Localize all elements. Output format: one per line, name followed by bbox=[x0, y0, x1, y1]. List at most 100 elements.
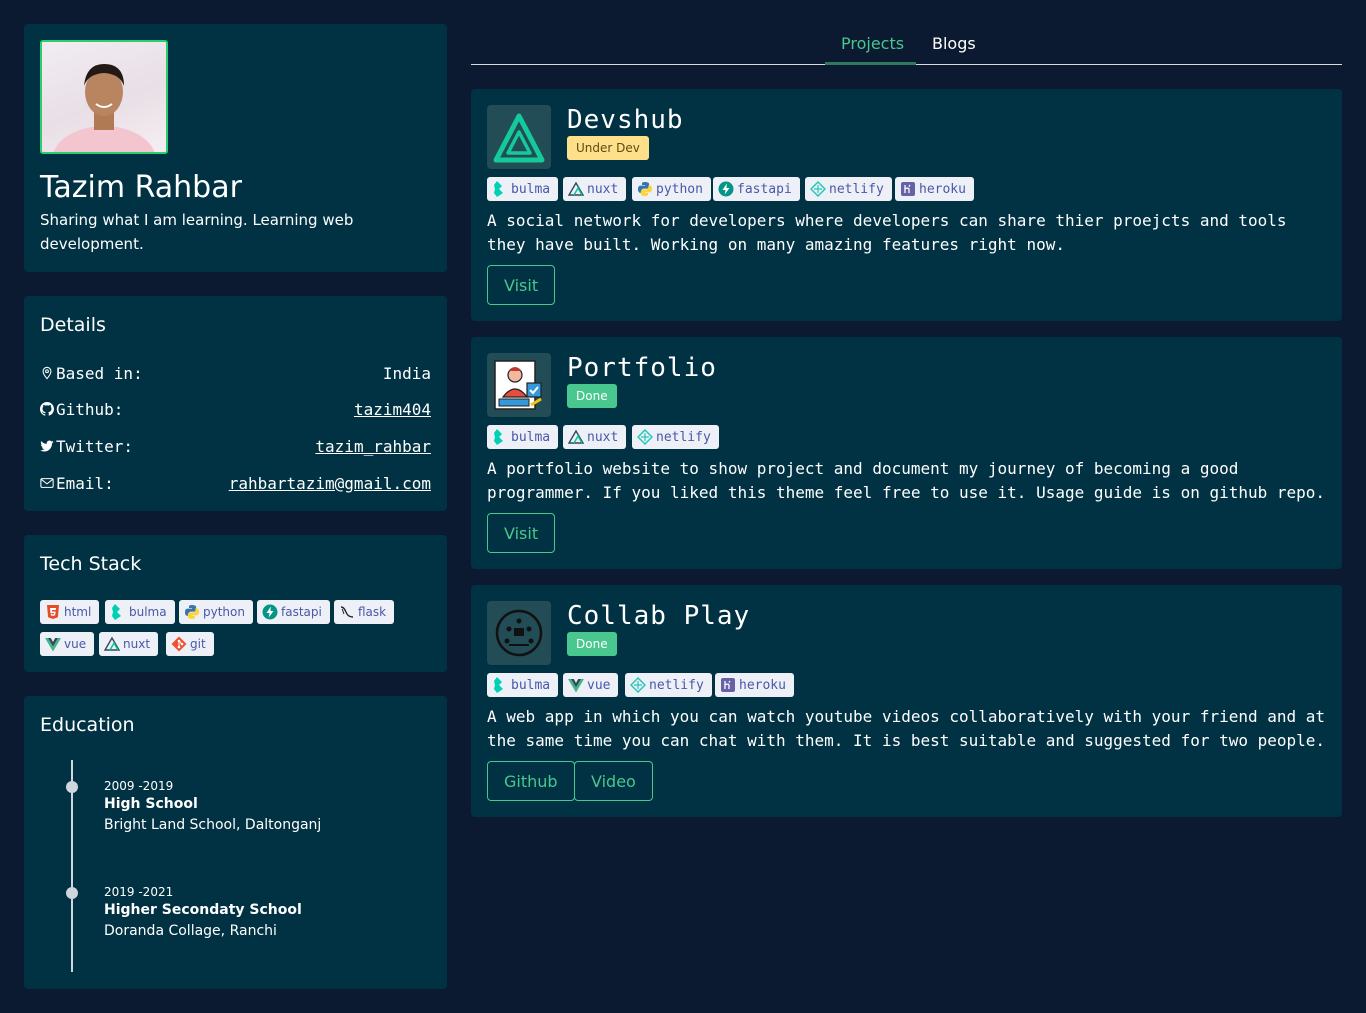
status-badge: Under Dev bbox=[567, 136, 649, 160]
collab-play-logo bbox=[487, 601, 551, 665]
education-school: Bright Land School, Daltonganj bbox=[104, 817, 322, 833]
timeline-dot bbox=[66, 781, 78, 793]
twitter-link[interactable]: tazim_rahbar bbox=[315, 437, 431, 456]
project-tag-bulma: bulma bbox=[487, 177, 559, 201]
tech-stack-card: Tech Stack html bulma python fastapi fla… bbox=[24, 535, 447, 672]
project-tag-heroku: heroku bbox=[895, 177, 974, 201]
education-degree: Higher Secondaty School bbox=[104, 902, 302, 918]
profile-bio: Sharing what I am learning. Learning web… bbox=[40, 211, 354, 253]
python-icon bbox=[638, 182, 652, 196]
project-title: Devshub bbox=[567, 105, 684, 135]
status-badge: Done bbox=[567, 632, 617, 656]
netlify-icon bbox=[810, 181, 826, 197]
python-icon bbox=[185, 605, 199, 619]
tabs: Projects Blogs bbox=[471, 24, 1342, 65]
project-description: A social network for developers where de… bbox=[487, 211, 1287, 254]
project-tag-netlify: netlify bbox=[632, 425, 719, 449]
education-years: 2019 -2021 bbox=[104, 885, 174, 899]
tech-tag-fastapi: fastapi bbox=[257, 600, 330, 624]
nuxt-icon bbox=[104, 636, 120, 651]
heroku-icon bbox=[721, 678, 735, 692]
github-icon bbox=[40, 402, 54, 416]
profile-name: Tazim Rahbar bbox=[40, 170, 242, 205]
project-tag-bulma: bulma bbox=[487, 425, 559, 449]
detail-label: Twitter: bbox=[56, 436, 134, 456]
education-years: 2009 -2019 bbox=[104, 779, 174, 793]
status-badge: Done bbox=[567, 384, 617, 408]
tab-active-indicator bbox=[825, 62, 916, 65]
nuxt-icon bbox=[568, 429, 584, 444]
project-tag-fastapi: fastapi bbox=[713, 177, 800, 201]
project-card-portfolio: Portfolio Done bulma nuxt netlify A port… bbox=[471, 337, 1342, 569]
timeline-dot bbox=[66, 887, 78, 899]
detail-value-country: India bbox=[382, 363, 431, 383]
project-tag-vue: vue bbox=[563, 673, 619, 697]
tech-tag-git: git bbox=[166, 632, 214, 656]
bulma-icon bbox=[494, 429, 503, 445]
tech-tag-bulma: bulma bbox=[105, 600, 175, 624]
visit-button[interactable]: Visit bbox=[487, 265, 556, 305]
detail-label: Email: bbox=[56, 473, 114, 493]
project-tag-nuxt: nuxt bbox=[563, 425, 627, 449]
tech-stack-title: Tech Stack bbox=[40, 553, 142, 575]
detail-label: Based in: bbox=[56, 363, 143, 383]
tab-projects[interactable]: Projects bbox=[841, 34, 904, 53]
profile-card: Tazim Rahbar Sharing what I am learning.… bbox=[24, 24, 447, 272]
fastapi-icon bbox=[718, 181, 734, 197]
education-item: 2009 -2019 High School Bright Land Schoo… bbox=[104, 778, 321, 836]
project-tag-heroku: heroku bbox=[715, 673, 794, 697]
twitter-icon bbox=[40, 440, 54, 452]
project-title: Portfolio bbox=[567, 353, 717, 383]
github-button[interactable]: Github bbox=[487, 761, 575, 801]
vue-icon bbox=[568, 679, 584, 693]
detail-row-location: Based in: India bbox=[40, 362, 431, 384]
project-description: A portfolio website to show project and … bbox=[487, 459, 1326, 502]
education-title: Education bbox=[40, 714, 135, 736]
tab-blogs[interactable]: Blogs bbox=[932, 34, 976, 53]
detail-row-email: Email: rahbartazim@gmail.com bbox=[40, 472, 431, 494]
nuxt-icon bbox=[568, 181, 584, 196]
netlify-icon bbox=[630, 677, 646, 693]
tech-tag-flask: flask bbox=[334, 600, 395, 624]
devshub-logo bbox=[487, 105, 551, 169]
netlify-icon bbox=[637, 429, 653, 445]
tech-tag-html: html bbox=[40, 600, 100, 624]
git-icon bbox=[171, 636, 187, 652]
education-school: Doranda Collage, Ranchi bbox=[104, 923, 277, 939]
github-link[interactable]: tazim404 bbox=[354, 400, 431, 419]
bulma-icon bbox=[494, 677, 503, 693]
tech-tag-vue: vue bbox=[40, 632, 95, 656]
project-tag-python: python bbox=[632, 177, 711, 201]
tech-tag-python: python bbox=[179, 600, 253, 624]
education-card: Education 2009 -2019 High School Bright … bbox=[24, 696, 447, 989]
project-tag-netlify: netlify bbox=[625, 673, 712, 697]
detail-label: Github: bbox=[56, 399, 124, 419]
heroku-icon bbox=[901, 182, 915, 196]
project-description: A web app in which you can watch youtube… bbox=[487, 707, 1326, 750]
flask-icon bbox=[340, 606, 354, 618]
visit-button[interactable]: Visit bbox=[487, 513, 556, 553]
avatar bbox=[40, 40, 168, 154]
html5-icon bbox=[47, 605, 59, 619]
bulma-icon bbox=[494, 181, 503, 197]
details-title: Details bbox=[40, 314, 106, 336]
project-tag-bulma: bulma bbox=[487, 673, 559, 697]
video-button[interactable]: Video bbox=[574, 761, 653, 801]
project-card-devshub: Devshub Under Dev bulma nuxt python fast… bbox=[471, 89, 1342, 321]
vue-icon bbox=[45, 638, 61, 652]
project-tag-nuxt: nuxt bbox=[563, 177, 627, 201]
bulma-icon bbox=[112, 604, 121, 620]
location-pin-icon bbox=[42, 366, 52, 380]
portfolio-logo bbox=[487, 353, 551, 417]
details-card: Details Based in: India Github: tazim404… bbox=[24, 296, 447, 511]
project-card-collab-play: Collab Play Done bulma vue netlify herok… bbox=[471, 585, 1342, 817]
email-link[interactable]: rahbartazim@gmail.com bbox=[229, 474, 431, 493]
mail-icon bbox=[40, 478, 54, 488]
education-degree: High School bbox=[104, 796, 198, 812]
detail-row-twitter: Twitter: tazim_rahbar bbox=[40, 435, 431, 457]
tech-tag-nuxt: nuxt bbox=[99, 632, 159, 656]
education-item: 2019 -2021 Higher Secondaty School Doran… bbox=[104, 884, 302, 942]
project-title: Collab Play bbox=[567, 601, 751, 631]
fastapi-icon bbox=[262, 604, 278, 620]
detail-row-github: Github: tazim404 bbox=[40, 398, 431, 420]
